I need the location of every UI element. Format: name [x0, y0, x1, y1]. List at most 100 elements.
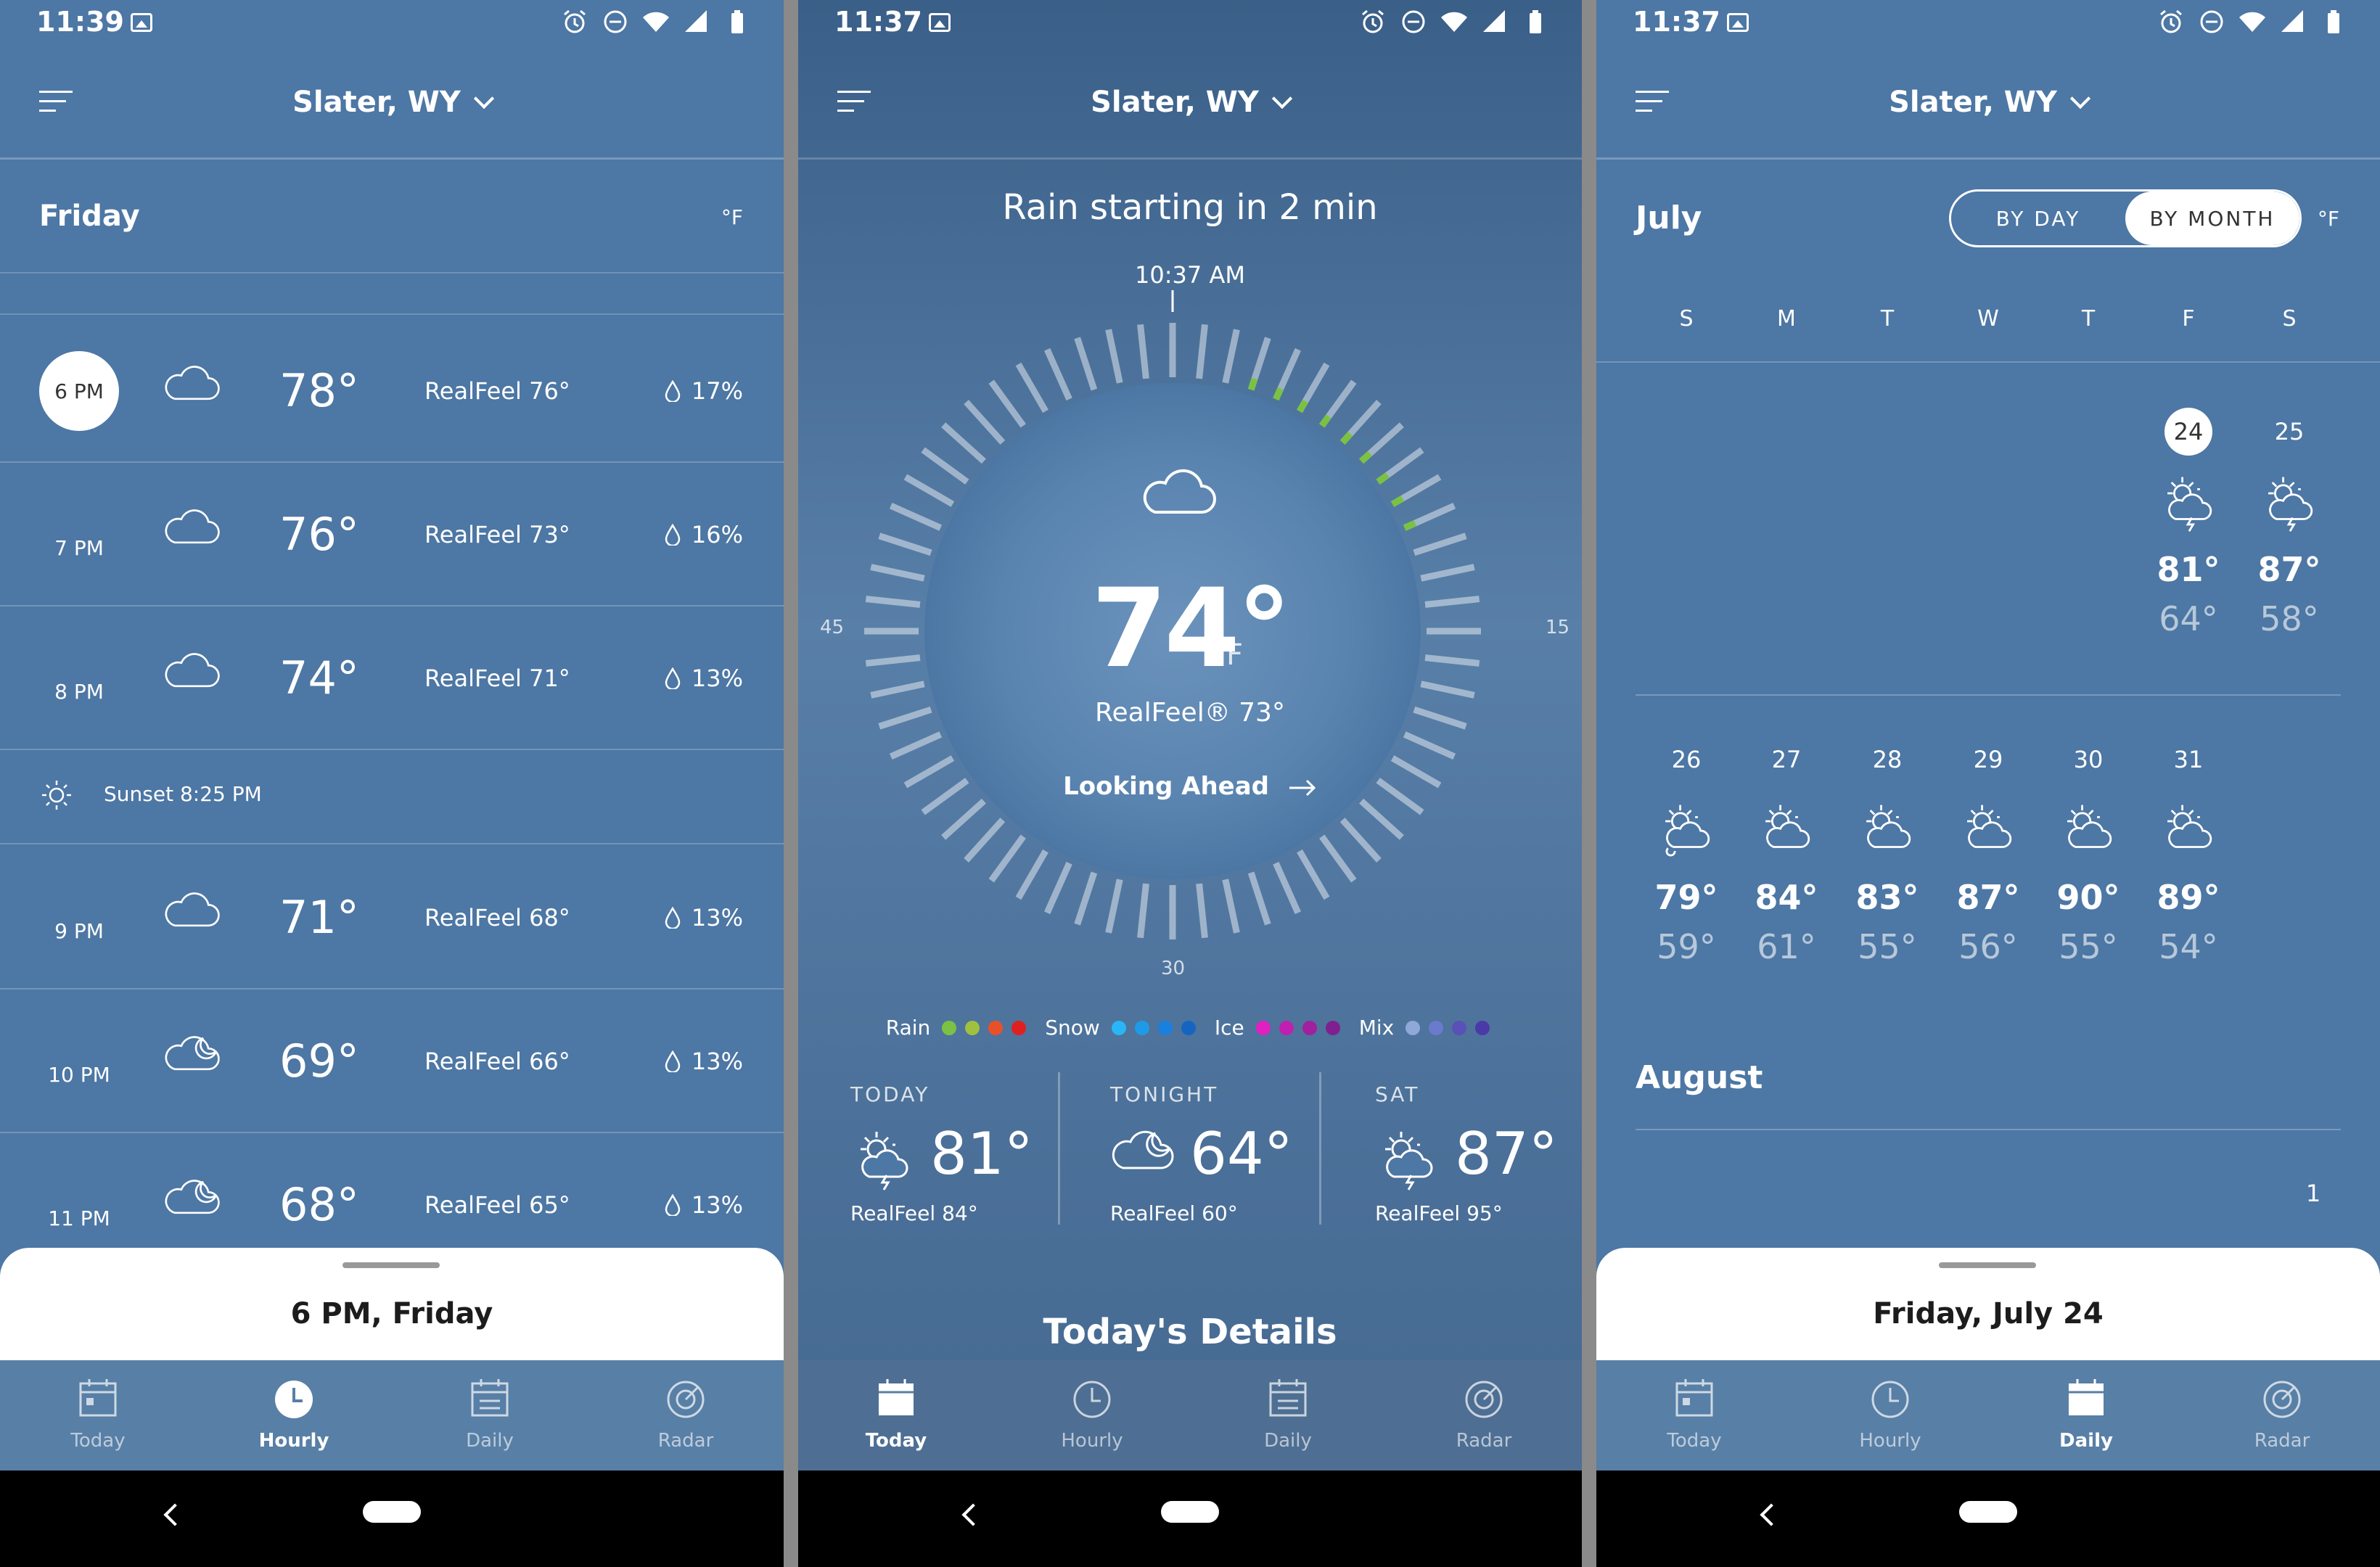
- calendar-day[interactable]: 31 89° 54°: [2138, 736, 2239, 1019]
- image-notification-icon: [131, 13, 152, 32]
- sheet-handle[interactable]: [1939, 1262, 2036, 1268]
- tab-bar: Today Hourly Daily Radar: [1596, 1360, 2380, 1471]
- dial-tick: [1196, 324, 1208, 379]
- back-icon[interactable]: [163, 1503, 186, 1526]
- dial-tick: [941, 422, 986, 464]
- status-bar: 11:37: [798, 0, 1582, 51]
- day-number: 26: [1671, 746, 1702, 773]
- alarm-icon: [564, 9, 586, 33]
- bottom-sheet[interactable]: 6 PM, Friday: [0, 1248, 784, 1360]
- sun-cloud-storm-icon: [861, 1132, 908, 1190]
- sun-cloud-icon: [1866, 805, 1911, 848]
- dial-tick: [921, 447, 969, 485]
- day-number: 31: [2173, 746, 2204, 773]
- forecast-today[interactable]: TODAY 81° RealFeel 84°: [850, 1072, 1112, 1225]
- day-low: 64°: [2159, 599, 2218, 638]
- weekday-label: T: [2081, 306, 2096, 332]
- dial-tick: [1105, 329, 1123, 384]
- dial-tick: [1222, 879, 1240, 934]
- day-low: 56°: [1958, 927, 2018, 966]
- bottom-sheet[interactable]: Friday, July 24: [1596, 1248, 2380, 1360]
- tab-label: Radar: [657, 1430, 714, 1452]
- day-high: 79°: [1654, 878, 1718, 917]
- dial-tick: [964, 818, 1006, 863]
- tab-daily[interactable]: Daily: [1190, 1360, 1386, 1471]
- hourly-row[interactable]: 8 PM 74° RealFeel 71° 13%: [0, 606, 784, 750]
- weekday-label: M: [1777, 306, 1796, 332]
- tab-hourly[interactable]: Hourly: [196, 1360, 392, 1471]
- view-toggle: BY DAY BY MONTH: [1949, 189, 2302, 247]
- hour-realfeel: RealFeel 73°: [424, 521, 570, 548]
- tab-today[interactable]: Today: [798, 1360, 994, 1471]
- sun-cloud-rain-icon: [1665, 805, 1710, 857]
- tab-daily[interactable]: Daily: [1988, 1360, 2184, 1471]
- hourly-row[interactable]: 10 PM 69° RealFeel 66° 13%: [0, 990, 784, 1133]
- by-day-option[interactable]: BY DAY: [1951, 192, 2125, 245]
- legend-dot: [1012, 1020, 1027, 1035]
- forecast-sat[interactable]: SAT 87° RealFeel 95°: [1375, 1072, 1582, 1225]
- minutecast-text[interactable]: Rain starting in 2 min: [798, 187, 1582, 228]
- hourly-row[interactable]: 6 PM 78° RealFeel 76° 17%: [0, 319, 784, 463]
- tab-radar[interactable]: Radar: [2184, 1360, 2380, 1471]
- calendar-day[interactable]: 24 81° 64°: [2138, 408, 2239, 691]
- tab-hourly[interactable]: Hourly: [1792, 1360, 1988, 1471]
- tab-radar[interactable]: Radar: [1386, 1360, 1582, 1471]
- tab-radar[interactable]: Radar: [588, 1360, 784, 1471]
- calendar-day[interactable]: 26 79° 59°: [1636, 736, 1737, 1019]
- dial-tick: [988, 379, 1026, 428]
- dnd-icon: [1402, 10, 1425, 33]
- divider: [0, 313, 784, 315]
- back-icon[interactable]: [961, 1503, 985, 1526]
- location-selector[interactable]: Slater, WY: [798, 86, 1582, 119]
- legend-rain: Rain: [886, 1016, 1031, 1040]
- tab-label: Radar: [2254, 1430, 2310, 1452]
- day-number: 24: [2138, 408, 2239, 456]
- hourly-row[interactable]: 9 PM 71° RealFeel 68° 13%: [0, 846, 784, 990]
- precip-value: 13%: [691, 665, 743, 692]
- rain-tick: [1376, 472, 1390, 485]
- location-selector[interactable]: Slater, WY: [1596, 86, 2380, 119]
- back-icon[interactable]: [1760, 1503, 1783, 1526]
- day-high: 84°: [1755, 878, 1818, 917]
- hourly-row[interactable]: 7 PM 76° RealFeel 73° 16%: [0, 463, 784, 606]
- sheet-handle[interactable]: [342, 1262, 440, 1268]
- rain-tick: [1403, 520, 1417, 531]
- forecast-tonight[interactable]: TONIGHT 64° RealFeel 60°: [1110, 1072, 1371, 1225]
- radar-icon: [667, 1381, 705, 1418]
- tab-daily[interactable]: Daily: [392, 1360, 588, 1471]
- sheet-title: 6 PM, Friday: [290, 1297, 493, 1330]
- calendar-day[interactable]: 25 87° 58°: [2239, 408, 2340, 691]
- sun-cloud-icon: [2167, 805, 2212, 848]
- dial-label-30: 30: [1161, 958, 1186, 979]
- battery-icon: [731, 10, 743, 33]
- temp-unit: F: [1226, 638, 1244, 672]
- day-high: 89°: [2157, 878, 2220, 917]
- home-pill[interactable]: [1959, 1501, 2017, 1523]
- home-pill[interactable]: [363, 1501, 421, 1523]
- tab-today[interactable]: Today: [0, 1360, 196, 1471]
- calendar-day[interactable]: 27 84° 61°: [1736, 736, 1837, 1019]
- dial-tick: [1044, 347, 1072, 401]
- location-header: Slater, WY: [1596, 51, 2380, 160]
- sunset-text: Sunset 8:25 PM: [104, 782, 262, 806]
- calendar-day[interactable]: 30 90° 55°: [2038, 736, 2139, 1019]
- sheet-title: Friday, July 24: [1873, 1297, 2104, 1330]
- droplet-icon: [665, 1194, 681, 1216]
- day-low: 55°: [1858, 927, 1917, 966]
- dial-tick: [903, 474, 955, 507]
- home-pill[interactable]: [1161, 1501, 1219, 1523]
- by-month-option[interactable]: BY MONTH: [2125, 192, 2299, 245]
- looking-ahead-link[interactable]: Looking Ahead: [798, 772, 1582, 801]
- droplet-icon: [665, 524, 681, 546]
- day-high: 90°: [2056, 878, 2120, 917]
- sun-icon: [42, 781, 71, 810]
- location-selector[interactable]: Slater, WY: [0, 86, 784, 119]
- dial-tick: [1137, 883, 1149, 939]
- calendar-day[interactable]: 29 87° 56°: [1937, 736, 2039, 1019]
- tab-today[interactable]: Today: [1596, 1360, 1792, 1471]
- tab-hourly[interactable]: Hourly: [994, 1360, 1190, 1471]
- calendar-date[interactable]: 1: [2262, 1180, 2364, 1207]
- cloud-moon-icon: [165, 1180, 220, 1214]
- calendar-day[interactable]: 28 83° 55°: [1837, 736, 1938, 1019]
- dial-tick: [988, 834, 1026, 883]
